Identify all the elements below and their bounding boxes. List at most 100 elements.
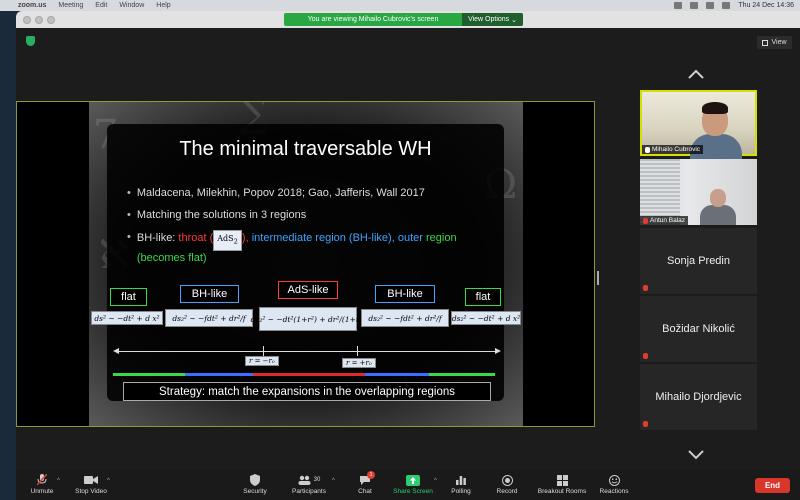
eq-bh-right: ds₂² ~ −fdt² + dr²/f	[361, 309, 449, 327]
presentation-slide: 7 ℵ Ω ∑ ∂ The minimal traversable WH •Ma…	[89, 102, 523, 426]
record-button[interactable]: Record	[494, 474, 520, 498]
polling-button[interactable]: Polling	[448, 474, 474, 498]
menu-window[interactable]: Window	[119, 2, 144, 9]
participant-name: Sonja Predin	[667, 255, 730, 267]
title-bar: You are viewing Mihailo Cubrovic's scree…	[16, 11, 800, 28]
breakout-rooms-label: Breakout Rooms	[537, 488, 587, 495]
zoom-window: You are viewing Mihailo Cubrovic's scree…	[16, 11, 800, 500]
chevron-up-icon[interactable]	[688, 69, 704, 79]
end-meeting-button[interactable]: End	[755, 478, 790, 493]
axis-arrow-left	[113, 348, 119, 354]
share-screen-icon	[406, 474, 420, 486]
menu-status-area: Thu 24 Dec 14:36	[674, 2, 794, 9]
panel-resize-handle[interactable]	[597, 271, 599, 285]
intermediate-label: intermediate region (BH-like),	[248, 232, 395, 244]
bh-prefix: BH-like:	[136, 232, 179, 244]
menu-meeting[interactable]: Meeting	[58, 2, 83, 9]
reactions-label: Reactions	[599, 488, 629, 495]
participant-tile-mihailo-djordjevic[interactable]: Mihailo Djordjevic	[640, 364, 757, 430]
slide-title: The minimal traversable WH	[179, 138, 432, 160]
minimize-window-button[interactable]	[35, 16, 43, 24]
axis-tick	[263, 346, 264, 356]
strategy-box: Strategy: match the expansions in the ov…	[123, 382, 491, 401]
participants-label: Participants	[292, 488, 326, 495]
record-icon	[501, 474, 513, 486]
unmute-button[interactable]: Unmute	[26, 474, 58, 498]
share-options-caret[interactable]: ^	[434, 478, 437, 484]
view-button-label: View	[771, 39, 787, 46]
meeting-content: View 7 ℵ Ω ∑ ∂ The minimal traversable W…	[16, 28, 800, 470]
battery-icon[interactable]	[706, 2, 715, 9]
menu-clock[interactable]: Thu 24 Dec 14:36	[738, 2, 794, 9]
record-label: Record	[496, 488, 518, 495]
zoom-window-button[interactable]	[47, 16, 55, 24]
colorbar-ads	[253, 373, 365, 376]
eq-ads: ds₂² ~ −dt²(1+r²) + dr²/(1+r²)	[251, 307, 365, 331]
colorbar-bh-right	[365, 373, 429, 376]
share-screen-label: Share Screen	[393, 488, 433, 495]
participant-tile-bozidar-nikolic[interactable]: Božidar Nikolić	[640, 296, 757, 362]
encryption-shield-icon[interactable]	[26, 36, 35, 46]
colorbar-flat-right	[429, 373, 495, 376]
close-window-button[interactable]	[23, 16, 31, 24]
viewing-banner: You are viewing Mihailo Cubrovic's scree…	[284, 13, 523, 26]
video-camera-icon	[84, 474, 98, 486]
participants-options-caret[interactable]: ^	[332, 478, 335, 484]
search-icon[interactable]	[722, 2, 731, 9]
menu-edit[interactable]: Edit	[95, 2, 107, 9]
eq-flat-right: ds₂² ~ −dt² + d x²	[451, 311, 521, 325]
r-minus-label: r = −r₀	[245, 356, 279, 366]
view-button[interactable]: View	[757, 36, 792, 49]
wifi-icon[interactable]	[690, 2, 699, 9]
chat-bubble-icon: 1	[359, 471, 375, 486]
label-flat-left: flat	[110, 288, 147, 306]
participant-name: Božidar Nikolić	[662, 323, 735, 335]
throat-close: ),	[241, 232, 249, 244]
security-button[interactable]: Security	[238, 474, 272, 498]
video-options-caret[interactable]: ^	[107, 478, 110, 484]
breakout-rooms-button[interactable]: Breakout Rooms	[534, 474, 590, 498]
chat-label: Chat	[358, 488, 372, 495]
slide-content-panel: The minimal traversable WH • Maldacena, M…	[107, 124, 504, 401]
ads2-box: AdS2	[213, 230, 242, 251]
label-ads: AdS-like	[278, 281, 338, 299]
chat-button[interactable]: 1 Chat	[353, 471, 377, 498]
stop-video-label: Stop Video	[75, 488, 107, 495]
view-options-button[interactable]: View Options ⌄	[462, 13, 523, 26]
colorbar-flat-left	[113, 373, 185, 376]
throat-label: throat (	[178, 232, 214, 244]
bullet-item: • Maldacena, Milekhin, Popov 2018; Gao, J…	[127, 187, 425, 199]
polling-label: Polling	[451, 488, 471, 495]
eq-bh-left: ds₂² ~ −fdt² + dr²/f	[165, 309, 253, 327]
mic-muted-icon	[643, 285, 648, 291]
mic-muted-icon	[643, 217, 648, 224]
menu-app-name[interactable]: zoom.us	[18, 2, 46, 9]
axis-tick	[357, 346, 358, 356]
meeting-toolbar: Unmute ^ Stop Video ^ Security 30 Partic…	[16, 470, 800, 500]
eq-flat-left: ds² ~ −dt² + d x²	[91, 311, 163, 325]
stop-video-button[interactable]: Stop Video	[70, 474, 112, 498]
grid-icon	[762, 39, 769, 46]
viewing-message: You are viewing Mihailo Cubrovic's scree…	[307, 16, 439, 23]
share-screen-button[interactable]: Share Screen	[392, 474, 434, 498]
mic-muted-icon	[643, 421, 648, 427]
participant-tile-sonja-predin[interactable]: Sonja Predin	[640, 228, 757, 294]
bullet-item: • BH-like: throat (AdS2), intermediate r…	[127, 230, 457, 264]
status-icon[interactable]	[674, 2, 683, 9]
participants-button[interactable]: 30 Participants	[288, 474, 330, 498]
unmute-label: Unmute	[30, 488, 54, 495]
axis-arrow-right	[495, 348, 501, 354]
menu-help[interactable]: Help	[156, 2, 170, 9]
participant-tile-antun-balaz[interactable]: Antun Balaz	[640, 159, 757, 225]
participant-tile-mihailo-cubrovic[interactable]: Mihailo Cubrovic	[640, 90, 757, 160]
participants-icon: 30	[298, 474, 320, 486]
participant-name: Antun Balaz	[640, 216, 689, 225]
chat-badge: 1	[367, 471, 375, 479]
reactions-button[interactable]: Reactions	[598, 474, 630, 498]
chevron-down-icon: ⌄	[509, 16, 517, 24]
bullet-text: Maldacena, Milekhin, Popov 2018; Gao, Ja…	[136, 187, 425, 199]
audio-options-caret[interactable]: ^	[57, 478, 60, 484]
participant-name: Mihailo Cubrovic	[642, 145, 704, 154]
chevron-down-icon[interactable]	[688, 450, 704, 460]
bar-chart-icon	[456, 474, 466, 486]
